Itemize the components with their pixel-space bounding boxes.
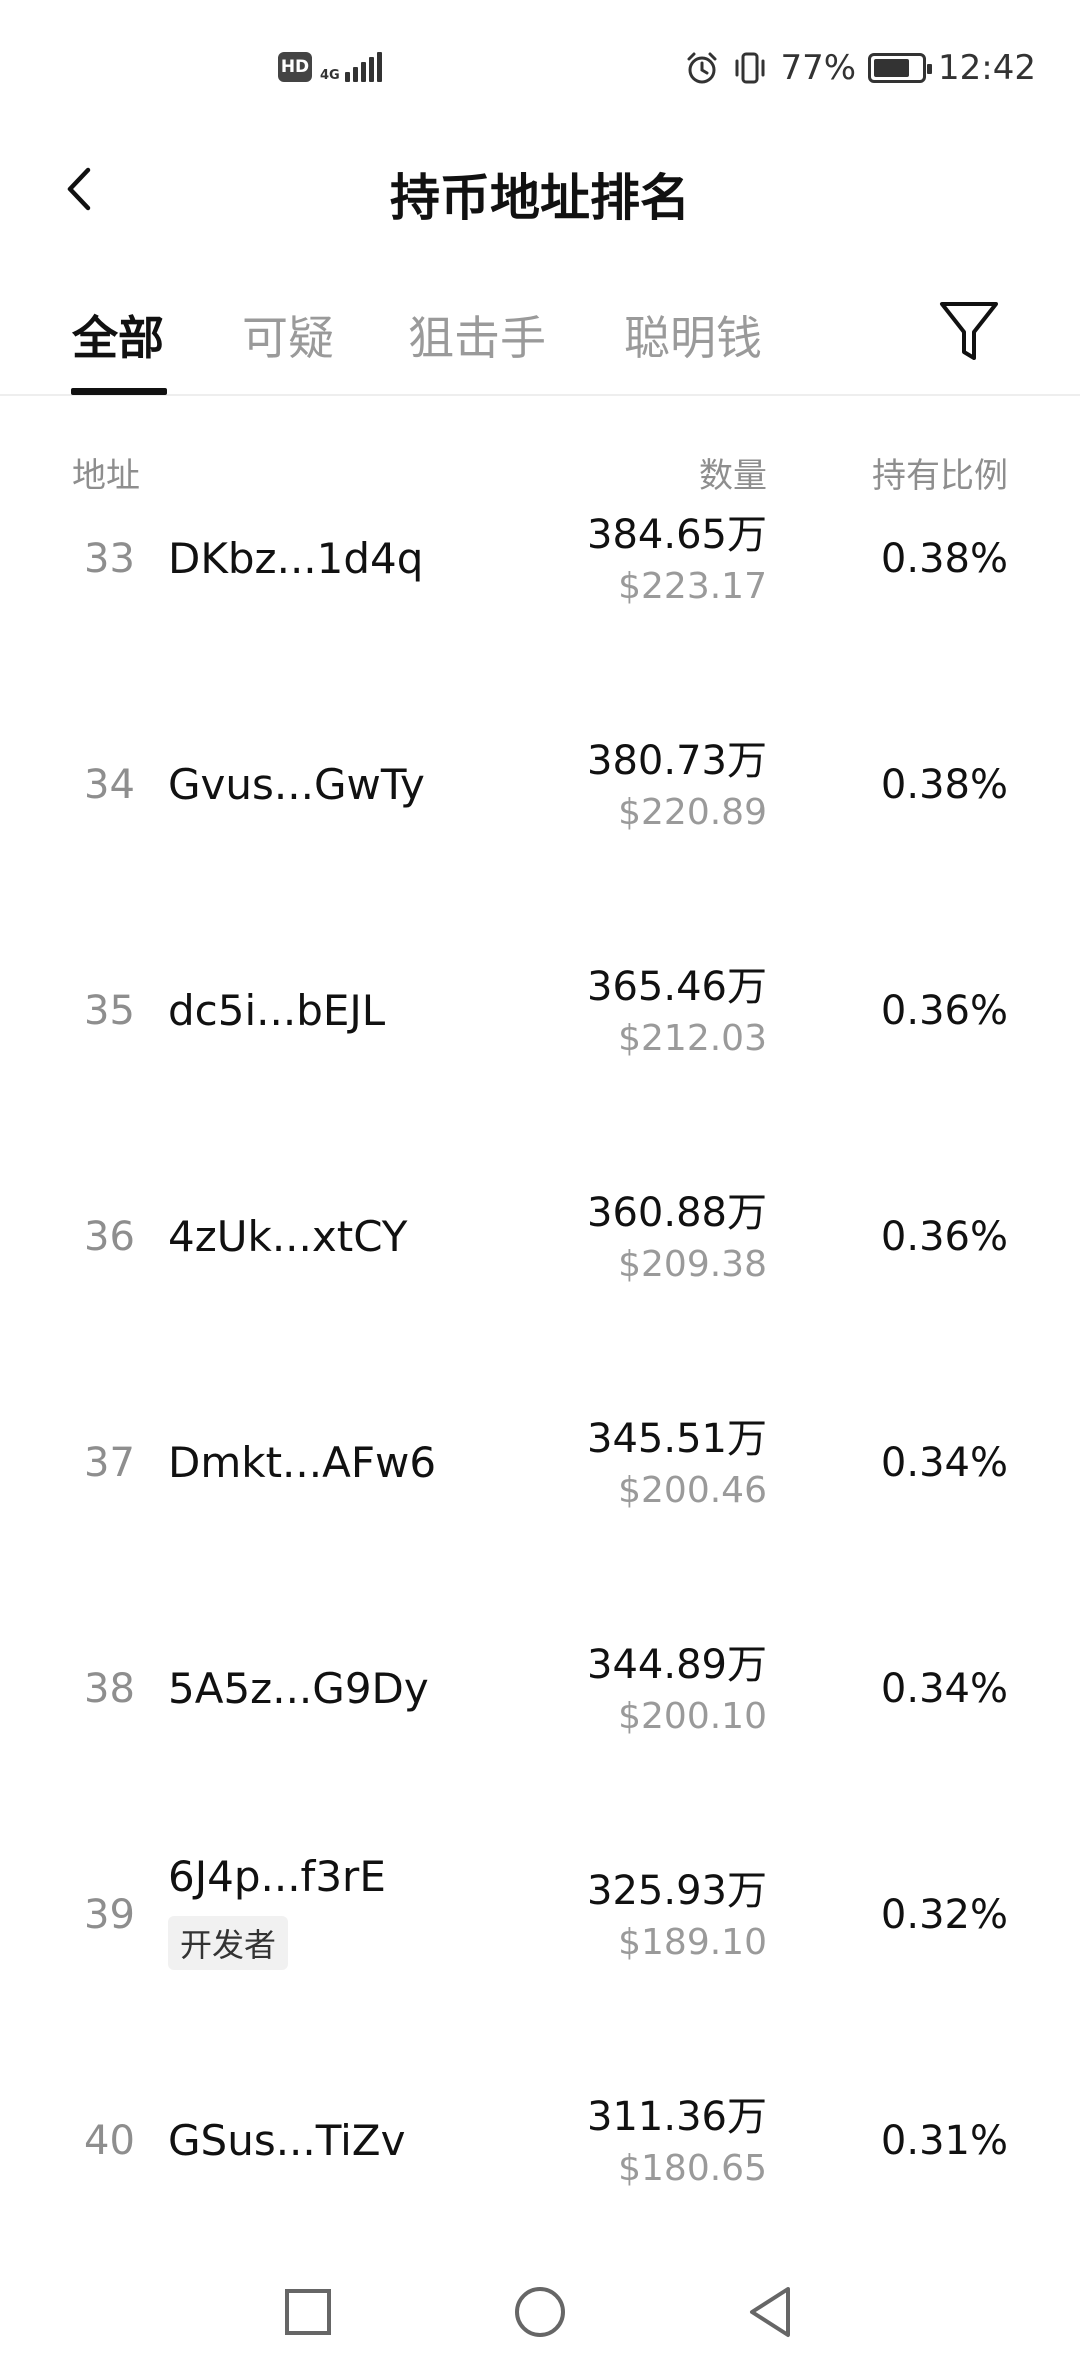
usd-value: $220.89 <box>618 792 767 833</box>
quantity: 325.93万 <box>587 1868 767 1914</box>
ratio: 0.34% <box>880 1440 1008 1486</box>
home-button[interactable] <box>500 2272 580 2352</box>
usd-value: $200.10 <box>618 1696 767 1737</box>
address: Dmkt...AFw6 <box>168 1438 437 1487</box>
page-title: 持币地址排名 <box>390 169 690 227</box>
system-nav-bar <box>0 2250 1080 2376</box>
usd-value: $189.10 <box>618 1922 767 1963</box>
tab-sniper[interactable]: 狙击手 <box>408 302 546 368</box>
column-quantity: 数量 <box>699 456 767 496</box>
quantity: 344.89万 <box>587 1642 767 1688</box>
list-item[interactable]: 34 Gvus...GwTy 380.73万 $220.89 0.38% <box>0 662 1080 888</box>
status-left: HD 4G <box>278 52 382 82</box>
vibrate-icon <box>735 52 765 84</box>
status-bar: HD 4G 77% 12:42 <box>0 0 1080 150</box>
address: 6J4p...f3rE <box>168 1852 386 1901</box>
rank: 39 <box>84 1892 135 1938</box>
usd-value: $223.17 <box>618 566 767 607</box>
list-item[interactable]: 40 GSus...TiZv 311.36万 $180.65 0.31% <box>0 2018 1080 2208</box>
holder-list: 33 DKbz...1d4q 384.65万 $223.17 0.38% 34 … <box>0 508 1080 2208</box>
square-icon <box>285 2289 331 2335</box>
quantity: 365.46万 <box>587 964 767 1010</box>
triangle-back-icon <box>750 2287 790 2337</box>
list-item[interactable]: 36 4zUk...xtCY 360.88万 $209.38 0.36% <box>0 1114 1080 1340</box>
rank: 40 <box>84 2118 135 2164</box>
ratio: 0.36% <box>880 988 1008 1034</box>
header: 持币地址排名 <box>0 140 1080 240</box>
alarm-icon <box>687 52 717 84</box>
usd-value: $180.65 <box>618 2148 767 2189</box>
screen: HD 4G 77% 12:42 持币地址排名 全部 可疑 狙击手 聪明钱 地址 … <box>0 0 1080 2376</box>
address: GSus...TiZv <box>168 2116 406 2165</box>
battery-fill <box>874 59 910 77</box>
filter-funnel-icon <box>940 302 998 360</box>
signal-icon: 4G <box>320 52 382 82</box>
ratio: 0.31% <box>880 2118 1008 2164</box>
address: 5A5z...G9Dy <box>168 1664 429 1713</box>
address: dc5i...bEJL <box>168 986 386 1035</box>
address: Gvus...GwTy <box>168 760 425 809</box>
column-ratio: 持有比例 <box>872 456 1008 496</box>
rank: 38 <box>84 1666 135 1712</box>
list-item[interactable]: 35 dc5i...bEJL 365.46万 $212.03 0.36% <box>0 888 1080 1114</box>
recent-apps-button[interactable] <box>268 2272 348 2352</box>
rank: 35 <box>84 988 135 1034</box>
address: 4zUk...xtCY <box>168 1212 408 1261</box>
ratio: 0.38% <box>880 536 1008 582</box>
list-item[interactable]: 37 Dmkt...AFw6 345.51万 $200.46 0.34% <box>0 1340 1080 1566</box>
rank: 36 <box>84 1214 135 1260</box>
tab-smart-money[interactable]: 聪明钱 <box>624 302 762 368</box>
usd-value: $212.03 <box>618 1018 767 1059</box>
filter-button[interactable] <box>936 294 1002 368</box>
back-nav-button[interactable] <box>730 2272 810 2352</box>
battery-percent: 77% <box>780 48 857 88</box>
tab-suspicious[interactable]: 可疑 <box>242 302 334 368</box>
list-item[interactable]: 38 5A5z...G9Dy 344.89万 $200.10 0.34% <box>0 1566 1080 1792</box>
network-type: 4G <box>320 68 340 83</box>
quantity: 380.73万 <box>587 738 767 784</box>
tab-all[interactable]: 全部 <box>72 302 164 368</box>
address: DKbz...1d4q <box>168 534 424 583</box>
clock: 12:42 <box>938 48 1036 88</box>
ratio: 0.36% <box>880 1214 1008 1260</box>
usd-value: $200.46 <box>618 1470 767 1511</box>
quantity: 345.51万 <box>587 1416 767 1462</box>
quantity: 311.36万 <box>587 2094 767 2140</box>
ratio: 0.32% <box>880 1892 1008 1938</box>
rank: 33 <box>84 536 135 582</box>
tab-bar: 全部 可疑 狙击手 聪明钱 <box>0 280 1080 396</box>
quantity: 384.65万 <box>587 512 767 558</box>
column-header: 地址 数量 持有比例 <box>0 440 1080 500</box>
list-item[interactable]: 39 6J4p...f3rE 开发者 325.93万 $189.10 0.32% <box>0 1792 1080 2018</box>
developer-tag: 开发者 <box>168 1916 289 1970</box>
hd-badge: HD <box>278 52 312 82</box>
rank: 34 <box>84 762 135 808</box>
usd-value: $209.38 <box>618 1244 767 1285</box>
quantity: 360.88万 <box>587 1190 767 1236</box>
status-right: 77% 12:42 <box>684 48 1036 88</box>
column-address: 地址 <box>72 456 140 496</box>
ratio: 0.38% <box>880 762 1008 808</box>
active-tab-indicator <box>71 388 167 395</box>
rank: 37 <box>84 1440 135 1486</box>
list-item[interactable]: 33 DKbz...1d4q 384.65万 $223.17 0.38% <box>0 508 1080 662</box>
battery-icon <box>868 53 933 83</box>
ratio: 0.34% <box>880 1666 1008 1712</box>
circle-icon <box>515 2287 565 2337</box>
